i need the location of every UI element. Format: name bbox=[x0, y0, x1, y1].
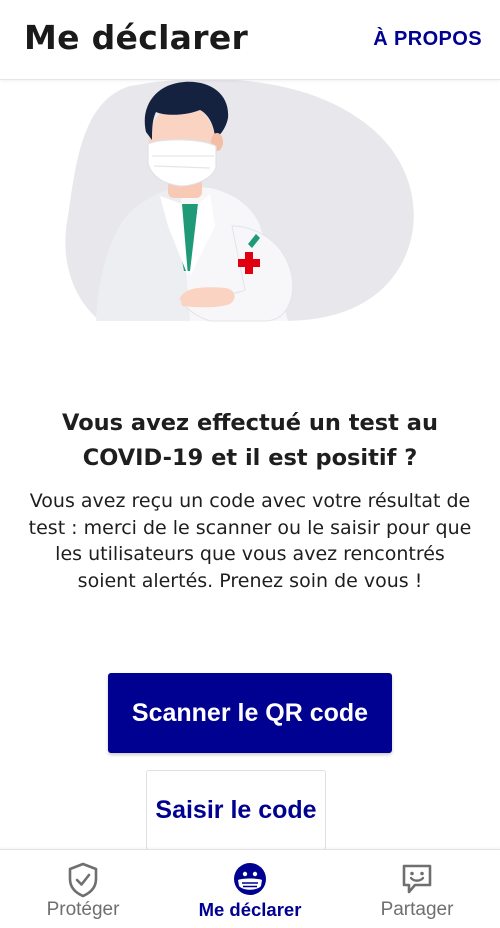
nav-label-me-declarer: Me déclarer bbox=[198, 899, 302, 920]
nav-item-partager[interactable]: Partager bbox=[334, 850, 500, 928]
nav-item-proteger[interactable]: Protéger bbox=[0, 850, 166, 928]
top-app-bar: Me déclarer À PROPOS bbox=[0, 0, 500, 80]
nav-item-me-declarer[interactable]: Me déclarer bbox=[167, 850, 333, 928]
info-description: Vous avez reçu un code avec votre résult… bbox=[28, 490, 472, 592]
scan-qr-code-button[interactable]: Scanner le QR code bbox=[108, 673, 392, 753]
page-title: Me déclarer bbox=[24, 18, 249, 57]
nav-label-partager: Partager bbox=[380, 899, 454, 920]
face-mask bbox=[147, 139, 217, 187]
nav-label-proteger: Protéger bbox=[46, 899, 120, 920]
enter-code-button[interactable]: Saisir le code bbox=[146, 770, 326, 850]
shield-check-icon bbox=[68, 862, 98, 898]
bottom-navigation: Protéger Me déclarer Partager bbox=[0, 849, 500, 928]
about-link[interactable]: À PROPOS bbox=[373, 28, 482, 51]
doctor-with-mask-illustration bbox=[65, 78, 414, 322]
chat-smile-icon bbox=[402, 864, 432, 894]
masked-face-icon bbox=[234, 863, 266, 895]
info-heading: Vous avez effectué un test au COVID-19 e… bbox=[62, 410, 438, 471]
